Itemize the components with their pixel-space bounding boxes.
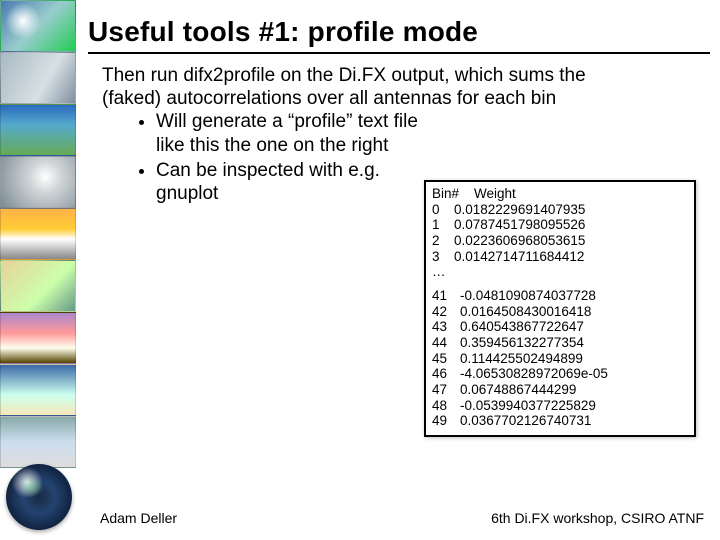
profile-header-weight: Weight (474, 186, 516, 202)
bin-num: 43 (432, 319, 460, 335)
globe-icon (6, 464, 76, 534)
bin-num: 45 (432, 351, 460, 367)
bin-weight: 0.06748867444299 (460, 382, 576, 398)
slide-content: Useful tools #1: profile mode Then run d… (88, 6, 710, 207)
thumbnail-sidebar (0, 0, 76, 540)
thumbnail (0, 104, 76, 156)
bin-weight: 0.114425502494899 (460, 351, 583, 367)
profile-header-bin: Bin# (432, 186, 474, 202)
intro-paragraph: Then run difx2profile on the Di.FX outpu… (102, 64, 592, 110)
bin-weight: -0.0539940377225829 (460, 398, 596, 414)
footer-author: Adam Deller (100, 510, 177, 526)
bin-num: 0 (432, 202, 454, 218)
thumbnail (0, 0, 76, 52)
bin-weight: 0.359456132277354 (460, 335, 584, 351)
bin-num: 1 (432, 217, 454, 233)
bullet-item: Can be inspected with e.g. gnuplot (156, 159, 436, 205)
profile-textbox: Bin# Weight 00.0182229691407935 10.07874… (424, 180, 696, 437)
thumbnail (0, 364, 76, 416)
bin-weight: 0.0367702126740731 (460, 413, 591, 429)
bin-num: 41 (432, 288, 460, 304)
thumbnail (0, 416, 76, 468)
bin-weight: 0.0142714711684412 (454, 249, 584, 265)
thumbnail (0, 208, 76, 260)
bin-weight: 0.0182229691407935 (454, 202, 585, 218)
bin-num: 47 (432, 382, 460, 398)
bin-weight: -4.06530828972069e-05 (460, 366, 608, 382)
bin-num: 42 (432, 304, 460, 320)
thumbnail (0, 52, 76, 104)
thumbnail (0, 156, 76, 208)
footer-workshop: 6th Di.FX workshop, CSIRO ATNF (491, 510, 704, 526)
bullet-item: Will generate a “profile” text file like… (156, 110, 436, 156)
bin-weight: 0.0223606968053615 (454, 233, 585, 249)
title-rule (88, 52, 710, 54)
bin-weight: -0.0481090874037728 (460, 288, 596, 304)
bin-num: 44 (432, 335, 460, 351)
bin-num: 2 (432, 233, 454, 249)
bin-num: 49 (432, 413, 460, 429)
bin-weight: 0.0787451798095526 (454, 217, 585, 233)
profile-ellipsis: … (432, 264, 688, 280)
bin-num: 3 (432, 249, 454, 265)
thumbnail (0, 312, 76, 364)
thumbnail (0, 260, 76, 312)
bin-num: 48 (432, 398, 460, 414)
bin-weight: 0.640543867722647 (460, 319, 584, 335)
slide-title: Useful tools #1: profile mode (88, 16, 710, 48)
bin-num: 46 (432, 366, 460, 382)
bin-weight: 0.0164508430016418 (460, 304, 591, 320)
